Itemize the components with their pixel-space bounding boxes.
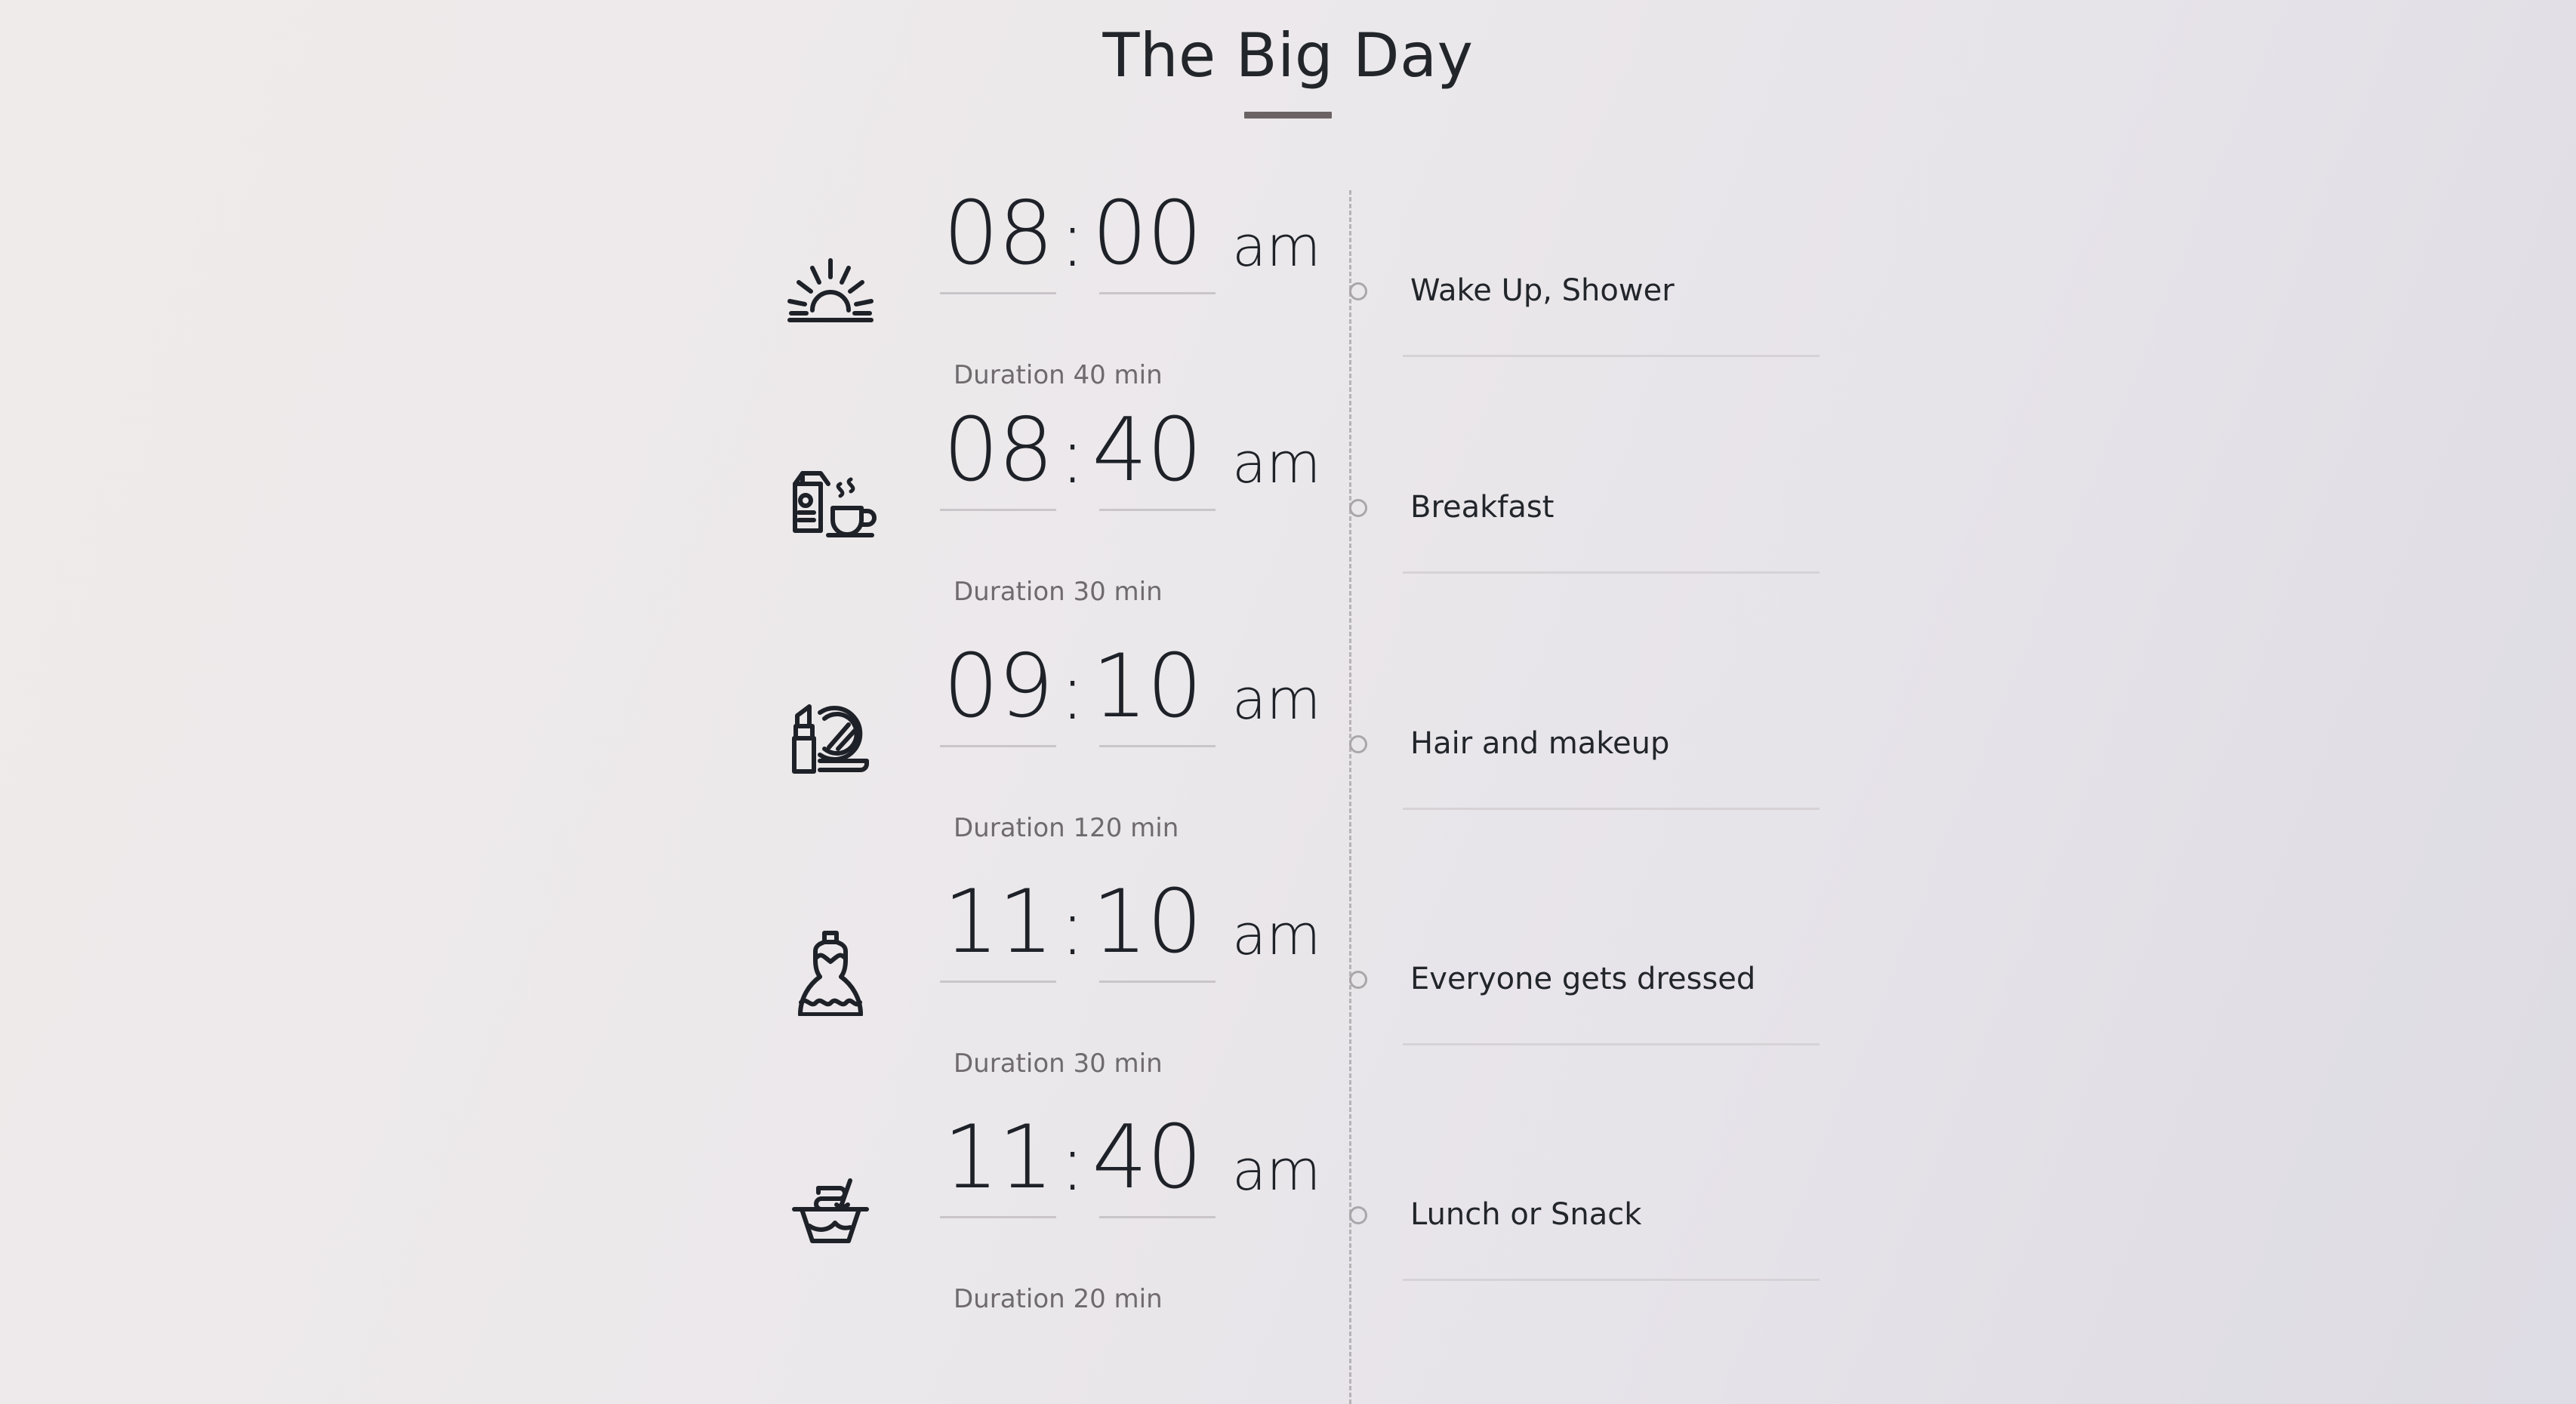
time-separator: :	[1059, 1116, 1086, 1208]
timeline-row[interactable]: 08 : 00 am Duration 40 min Wake Up, Show…	[778, 190, 1835, 426]
dress-icon	[778, 918, 883, 1024]
time-separator: :	[1059, 192, 1086, 285]
time-separator: :	[1059, 881, 1086, 973]
timeline-row[interactable]: 11 : 10 am Duration 30 min Everyone gets…	[778, 879, 1835, 1114]
time-hour: 11	[940, 879, 1056, 1005]
breakfast-icon	[778, 446, 883, 552]
timeline-marker-dot	[1349, 499, 1367, 517]
event-label-group: Breakfast	[1389, 407, 1820, 580]
event-duration: Duration 120 min	[954, 813, 1179, 843]
timeline-row[interactable]: 09 : 10 am Duration 120 min Hair and mak…	[778, 643, 1835, 879]
time-fields: 09 : 10 am	[940, 643, 1320, 770]
event-duration: Duration 30 min	[954, 1048, 1163, 1079]
time-hour: 08	[940, 190, 1056, 317]
sunrise-icon	[778, 229, 883, 335]
time-hour: 08	[940, 407, 1056, 534]
event-label-underline	[1403, 808, 1820, 810]
time-fields: 11 : 10 am	[940, 879, 1320, 1005]
timeline-marker-dot	[1349, 1206, 1367, 1224]
time-meridiem: am	[1232, 1138, 1321, 1203]
event-duration: Duration 20 min	[954, 1284, 1163, 1314]
event-time: 08 : 00 am Duration 40 min	[940, 190, 1385, 390]
time-separator: :	[1059, 409, 1086, 501]
timeline-marker-dot	[1349, 971, 1367, 989]
time-minute: 40	[1089, 407, 1216, 534]
time-separator: :	[1059, 645, 1086, 737]
event-label-group: Everyone gets dressed	[1389, 879, 1820, 1052]
time-minute: 40	[1089, 1114, 1216, 1241]
time-meridiem: am	[1232, 214, 1321, 279]
event-label: Breakfast	[1410, 490, 1555, 525]
time-minute: 00	[1089, 190, 1216, 317]
event-label-group: Lunch or Snack	[1389, 1114, 1820, 1288]
takeout-bowl-icon	[778, 1153, 883, 1259]
time-fields: 11 : 40 am	[940, 1114, 1320, 1241]
event-label: Lunch or Snack	[1410, 1197, 1642, 1232]
time-meridiem: am	[1232, 431, 1321, 496]
event-label-underline	[1403, 1043, 1820, 1045]
time-fields: 08 : 00 am	[940, 190, 1320, 317]
event-time: 08 : 40 am Duration 30 min	[940, 407, 1385, 607]
event-time: 09 : 10 am Duration 120 min	[940, 643, 1385, 843]
timeline-row[interactable]: 11 : 40 am Duration 20 min Lunch or Snac…	[778, 1114, 1835, 1350]
event-label: Everyone gets dressed	[1410, 962, 1756, 996]
time-minute: 10	[1089, 879, 1216, 1005]
event-label-underline	[1403, 355, 1820, 357]
timeline-marker-dot	[1349, 735, 1367, 753]
event-label: Wake Up, Shower	[1410, 273, 1675, 308]
time-meridiem: am	[1232, 903, 1321, 968]
event-label-underline	[1403, 571, 1820, 574]
time-minute: 10	[1089, 643, 1216, 770]
event-label: Hair and makeup	[1410, 726, 1670, 761]
event-label-group: Wake Up, Shower	[1389, 190, 1820, 364]
event-label-group: Hair and makeup	[1389, 643, 1820, 817]
event-label-underline	[1403, 1279, 1820, 1281]
time-meridiem: am	[1232, 667, 1321, 732]
event-time: 11 : 10 am Duration 30 min	[940, 879, 1385, 1079]
event-time: 11 : 40 am Duration 20 min	[940, 1114, 1385, 1314]
timeline-marker-dot	[1349, 282, 1367, 300]
time-hour: 11	[940, 1114, 1056, 1241]
event-duration: Duration 40 min	[954, 360, 1163, 390]
time-fields: 08 : 40 am	[940, 407, 1320, 534]
makeup-icon	[778, 682, 883, 788]
event-duration: Duration 30 min	[954, 577, 1163, 607]
timeline-list: 08 : 00 am Duration 40 min Wake Up, Show…	[0, 0, 2576, 1404]
timeline-row[interactable]: 08 : 40 am Duration 30 min Breakfast	[778, 407, 1835, 642]
time-hour: 09	[940, 643, 1056, 770]
